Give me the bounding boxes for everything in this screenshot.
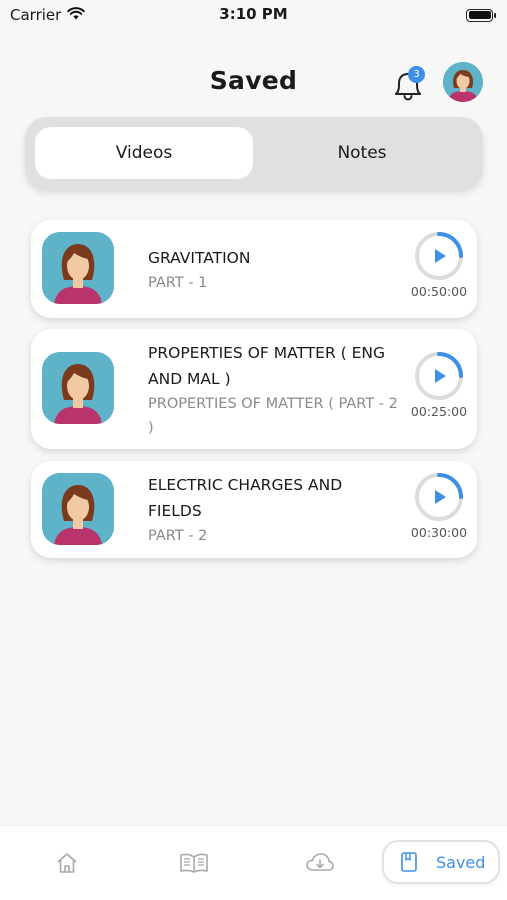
play-control: 00:25:00 bbox=[407, 350, 471, 419]
profile-avatar[interactable] bbox=[443, 62, 483, 102]
video-duration: 00:50:00 bbox=[410, 284, 468, 299]
video-thumbnail bbox=[42, 473, 114, 545]
play-button[interactable] bbox=[413, 230, 465, 282]
tab-notes[interactable]: Notes bbox=[253, 127, 471, 179]
home-icon bbox=[57, 853, 77, 873]
book-icon bbox=[180, 853, 208, 873]
video-duration: 00:30:00 bbox=[410, 525, 468, 540]
play-icon bbox=[435, 249, 446, 263]
video-title: ELECTRIC CHARGES AND FIELDS bbox=[148, 476, 343, 520]
video-subtitle: PART - 1 bbox=[148, 275, 208, 291]
nav-downloads[interactable] bbox=[305, 848, 335, 878]
wifi-icon bbox=[67, 6, 86, 24]
notification-badge: 3 bbox=[408, 66, 425, 83]
video-thumbnail bbox=[42, 352, 114, 424]
status-bar: Carrier bbox=[0, 0, 507, 30]
page-title: Saved bbox=[209, 66, 298, 95]
video-text: PROPERTIES OF MATTER ( ENG AND MAL ) PRO… bbox=[148, 340, 398, 440]
video-text: GRAVITATION PART - 1 bbox=[148, 245, 398, 295]
bottom-nav: Saved bbox=[0, 825, 507, 900]
tab-videos[interactable]: Videos bbox=[35, 127, 253, 179]
video-title: PROPERTIES OF MATTER ( ENG AND MAL ) bbox=[148, 344, 386, 388]
play-button[interactable] bbox=[413, 471, 465, 523]
bookmark-icon bbox=[401, 852, 417, 872]
nav-saved-label: Saved bbox=[436, 852, 486, 872]
play-button[interactable] bbox=[413, 350, 465, 402]
battery-icon bbox=[466, 8, 496, 22]
video-thumbnail bbox=[42, 232, 114, 304]
segmented-tabs: Videos Notes bbox=[25, 117, 483, 189]
nav-library[interactable] bbox=[179, 848, 209, 878]
nav-saved[interactable]: Saved bbox=[382, 840, 500, 884]
video-card[interactable]: ELECTRIC CHARGES AND FIELDS PART - 2 00:… bbox=[31, 461, 477, 558]
video-title: GRAVITATION bbox=[148, 249, 251, 267]
video-text: ELECTRIC CHARGES AND FIELDS PART - 2 bbox=[148, 472, 398, 548]
status-left: Carrier bbox=[10, 6, 86, 24]
play-icon bbox=[435, 490, 446, 504]
carrier-label: Carrier bbox=[10, 6, 62, 24]
play-icon bbox=[435, 369, 446, 383]
video-duration: 00:25:00 bbox=[410, 404, 468, 419]
cloud-download-icon bbox=[306, 853, 334, 871]
play-control: 00:30:00 bbox=[407, 471, 471, 540]
nav-home[interactable] bbox=[52, 848, 82, 878]
video-card[interactable]: GRAVITATION PART - 1 00:50:00 bbox=[31, 220, 477, 318]
header: Saved 3 bbox=[0, 56, 507, 110]
play-control: 00:50:00 bbox=[407, 230, 471, 299]
notifications-button[interactable]: 3 bbox=[388, 64, 428, 104]
video-card[interactable]: PROPERTIES OF MATTER ( ENG AND MAL ) PRO… bbox=[31, 329, 477, 449]
video-subtitle: PROPERTIES OF MATTER ( PART - 2 ) bbox=[148, 396, 398, 436]
video-subtitle: PART - 2 bbox=[148, 528, 208, 544]
